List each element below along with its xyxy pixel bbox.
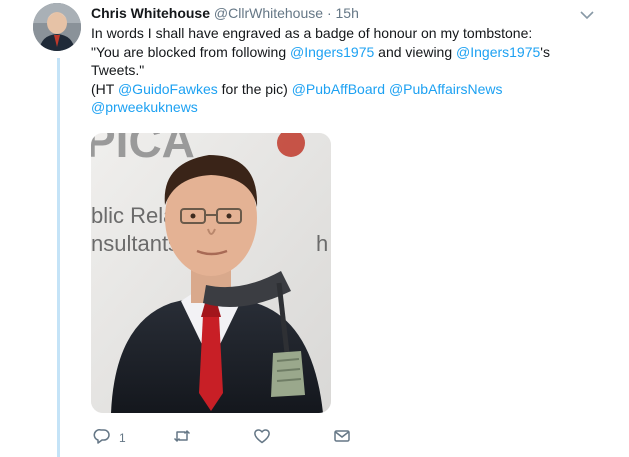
reply-button[interactable]: 1 — [93, 428, 126, 448]
tweet-line: "You are blocked from following @Ingers1… — [91, 43, 611, 62]
tweet-text: In words I shall have engraved as a badg… — [91, 24, 611, 117]
tweet-header: Chris Whitehouse @CllrWhitehouse · 15h — [91, 4, 359, 22]
mention-link[interactable]: @Ingers1975 — [456, 44, 540, 60]
mention-link[interactable]: @prweekuknews — [91, 99, 198, 115]
dm-icon — [333, 427, 351, 450]
mention-link[interactable]: @Ingers1975 — [290, 44, 374, 60]
tweet-text-segment: and viewing — [374, 43, 457, 60]
tweet-actions: 1 — [91, 428, 391, 448]
like-button[interactable] — [253, 428, 271, 448]
author-name[interactable]: Chris Whitehouse — [91, 5, 210, 21]
direct-message-button[interactable] — [333, 428, 351, 448]
tweet-line: Tweets." — [91, 61, 611, 80]
tweet-photo[interactable]: PICA blic Relat nsultants h — [91, 133, 331, 413]
mention-link[interactable]: @PubAffBoard — [292, 81, 385, 97]
retweet-button[interactable] — [173, 428, 191, 448]
tweet-text-segment: "You are blocked from following — [91, 43, 291, 60]
tweet-text-segment: 's — [540, 43, 550, 60]
tweet-line: @prweekuknews — [91, 98, 611, 117]
tweet-line: In words I shall have engraved as a badg… — [91, 24, 611, 43]
tweet-line: (HT @GuidoFawkes for the pic) @PubAffBoa… — [91, 80, 611, 99]
photo-sign-text: h — [316, 231, 328, 256]
tweet-text-segment: In words I shall have engraved as a badg… — [91, 25, 533, 41]
mention-link[interactable]: @GuidoFawkes — [118, 81, 218, 97]
thread-connector-line — [57, 58, 60, 457]
reply-count: 1 — [119, 431, 126, 445]
author-handle[interactable]: @CllrWhitehouse — [214, 5, 323, 21]
chevron-down-icon[interactable] — [580, 7, 594, 20]
reply-icon — [93, 427, 111, 450]
tweet-text-segment: (HT — [91, 80, 118, 97]
author-avatar[interactable] — [33, 3, 81, 51]
tweet-text-segment: Tweets." — [91, 62, 145, 78]
tweet-timestamp[interactable]: 15h — [336, 5, 359, 21]
mention-link[interactable]: @PubAffairsNews — [389, 81, 503, 97]
separator-dot: · — [326, 5, 332, 21]
like-icon — [253, 427, 271, 450]
tweet-text-segment: for the pic) — [217, 80, 292, 97]
photo-sign-text: nsultants — [91, 231, 179, 256]
photo-sign-text: PICA — [91, 133, 195, 167]
retweet-icon — [173, 427, 191, 450]
